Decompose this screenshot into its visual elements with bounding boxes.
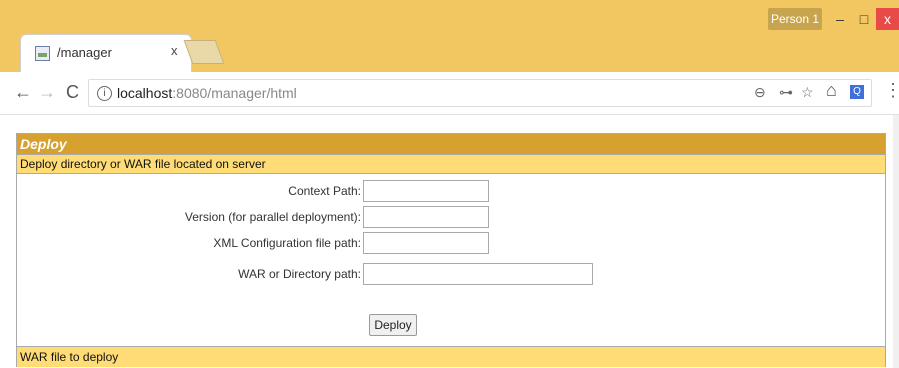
deploy-button[interactable]: Deploy xyxy=(369,314,417,336)
title-bar: Person 1 – □ x /manager x xyxy=(0,0,899,72)
xml-config-label: XML Configuration file path: xyxy=(213,236,361,250)
browser-toolbar: ← → C i localhost:8080/manager/html ⊖ ⊶ … xyxy=(0,72,899,115)
home-icon[interactable]: ⌂ xyxy=(826,80,837,101)
url-path: :8080/manager/html xyxy=(172,85,297,101)
extension-icon[interactable]: Q xyxy=(850,85,864,99)
star-icon[interactable]: ☆ xyxy=(801,84,814,101)
url-host: localhost xyxy=(117,85,173,101)
xml-config-input[interactable] xyxy=(363,232,489,254)
key-icon[interactable]: ⊶ xyxy=(779,84,793,101)
context-path-label: Context Path: xyxy=(288,184,361,198)
forward-icon[interactable]: → xyxy=(38,82,56,102)
back-icon[interactable]: ← xyxy=(14,82,32,102)
page-scrollbar[interactable] xyxy=(893,115,899,368)
minimize-button[interactable]: – xyxy=(828,8,852,30)
deploy-server-subtitle: Deploy directory or WAR file located on … xyxy=(17,155,885,174)
reload-icon[interactable]: C xyxy=(66,82,79,102)
address-bar[interactable]: i localhost:8080/manager/html ⊖ ⊶ ☆ xyxy=(88,79,872,107)
deploy-table: Deploy Deploy directory or WAR file loca… xyxy=(16,133,886,367)
war-upload-subtitle: WAR file to deploy xyxy=(17,347,885,367)
close-window-button[interactable]: x xyxy=(876,8,899,30)
info-icon[interactable]: i xyxy=(97,86,112,101)
page-content: Deploy Deploy directory or WAR file loca… xyxy=(0,115,899,368)
menu-icon[interactable]: ⋮ xyxy=(884,80,899,101)
context-path-input[interactable] xyxy=(363,180,489,202)
war-path-input[interactable] xyxy=(363,263,593,285)
favicon-icon xyxy=(35,46,50,61)
browser-tab[interactable]: /manager x xyxy=(20,34,192,72)
url-text[interactable]: localhost:8080/manager/html xyxy=(117,85,297,101)
tab-title: /manager xyxy=(57,45,112,60)
zoom-icon[interactable]: ⊖ xyxy=(754,84,766,101)
version-input[interactable] xyxy=(363,206,489,228)
version-label: Version (for parallel deployment): xyxy=(184,210,361,224)
tab-close-icon[interactable]: x xyxy=(171,43,178,58)
war-path-label: WAR or Directory path: xyxy=(238,267,361,281)
maximize-button[interactable]: □ xyxy=(852,8,876,30)
deploy-form: Context Path: Version (for parallel depl… xyxy=(17,174,885,347)
deploy-section-title: Deploy xyxy=(17,134,885,155)
profile-button[interactable]: Person 1 xyxy=(768,8,822,30)
